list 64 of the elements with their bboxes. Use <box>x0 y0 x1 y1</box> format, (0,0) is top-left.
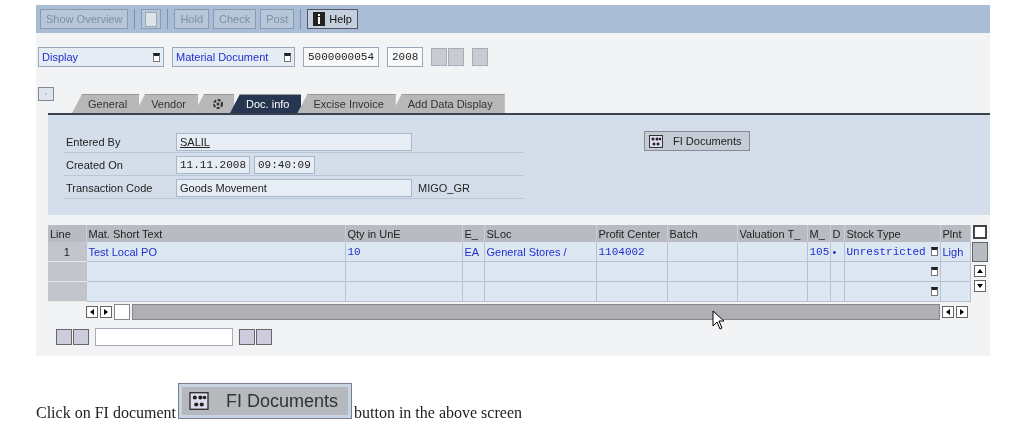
column-header: Qty in UnE <box>345 225 462 242</box>
scroll-left-button[interactable] <box>86 306 98 318</box>
tab[interactable]: Doc. info <box>230 94 302 113</box>
caption-text: button in the above screen <box>354 404 522 422</box>
document-type-dropdown[interactable]: Material Document <box>172 47 295 67</box>
table-cell: EA <box>462 242 484 262</box>
scroll-left-button[interactable] <box>942 306 954 318</box>
dropdown-icon[interactable] <box>930 267 938 276</box>
scroll-down-button[interactable] <box>974 280 987 292</box>
scroll-thumb[interactable] <box>972 242 989 262</box>
info-icon <box>313 12 326 26</box>
dropdown-icon[interactable] <box>930 247 938 256</box>
scroll-thumb[interactable] <box>114 304 130 320</box>
column-header: M_ <box>807 225 830 242</box>
row-selector[interactable]: 1 <box>48 242 86 262</box>
table-cell: General Stores / <box>484 242 596 262</box>
table-cell: 1104002 <box>596 242 667 262</box>
arrow-down-icon <box>977 284 984 288</box>
fi-documents-button[interactable]: FI Documents <box>644 131 751 151</box>
transaction-code: MIGO_GR <box>417 182 470 194</box>
arrow-right-icon <box>960 309 964 315</box>
tab[interactable]: General <box>72 94 140 113</box>
scroll-right-button[interactable] <box>100 306 112 318</box>
table-cell: 10 <box>345 242 462 262</box>
arrow-left-icon <box>90 309 94 315</box>
column-header: Plnt <box>940 225 970 242</box>
scroll-up-button[interactable] <box>974 265 987 277</box>
table-cell: Ligh <box>940 242 970 262</box>
column-header: Valuation T_ <box>737 225 807 242</box>
caption-text: Click on FI document <box>36 404 176 422</box>
column-header: Mat. Short Text <box>86 225 345 242</box>
action-dropdown[interactable]: Display <box>38 47 164 67</box>
arrow-left-icon <box>946 309 950 315</box>
mouse-cursor-icon <box>712 310 726 330</box>
field-label: Transaction Code <box>65 182 154 194</box>
gear-icon <box>212 98 224 110</box>
dropdown-icon[interactable] <box>930 287 938 296</box>
field-label: Entered By <box>65 136 122 148</box>
column-header: Profit Center <box>596 225 667 242</box>
entered-by-field[interactable]: SALIL <box>176 133 412 151</box>
transaction-field[interactable]: Goods Movement <box>176 179 412 197</box>
documents-icon <box>649 134 663 148</box>
document-number-field[interactable]: 5000000054 <box>303 47 379 67</box>
tab[interactable]: Excise Invoice <box>297 94 396 113</box>
search-field[interactable] <box>95 328 233 346</box>
scroll-right-button[interactable] <box>956 306 968 318</box>
documents-icon <box>188 392 210 410</box>
date-field[interactable]: 11.11.2008 <box>176 156 250 174</box>
column-header: Batch <box>667 225 737 242</box>
column-header: Line <box>48 225 86 242</box>
table-cell: 105 <box>807 242 830 262</box>
time-field[interactable]: 09:40:09 <box>254 156 315 174</box>
help-button[interactable]: Help <box>307 9 358 29</box>
table-cell: Unrestricted <box>846 245 926 258</box>
column-header: Stock Type <box>844 225 940 242</box>
column-header: E_ <box>462 225 484 242</box>
arrow-up-icon <box>977 269 984 273</box>
key-button[interactable] <box>38 87 54 101</box>
column-header: SLoc <box>484 225 596 242</box>
column-settings-icon[interactable] <box>973 225 988 239</box>
field-label: Created On <box>65 159 124 171</box>
arrow-right-icon <box>104 309 108 315</box>
table-cell: Test Local PO <box>86 242 345 262</box>
year-field[interactable]: 2008 <box>387 47 424 67</box>
